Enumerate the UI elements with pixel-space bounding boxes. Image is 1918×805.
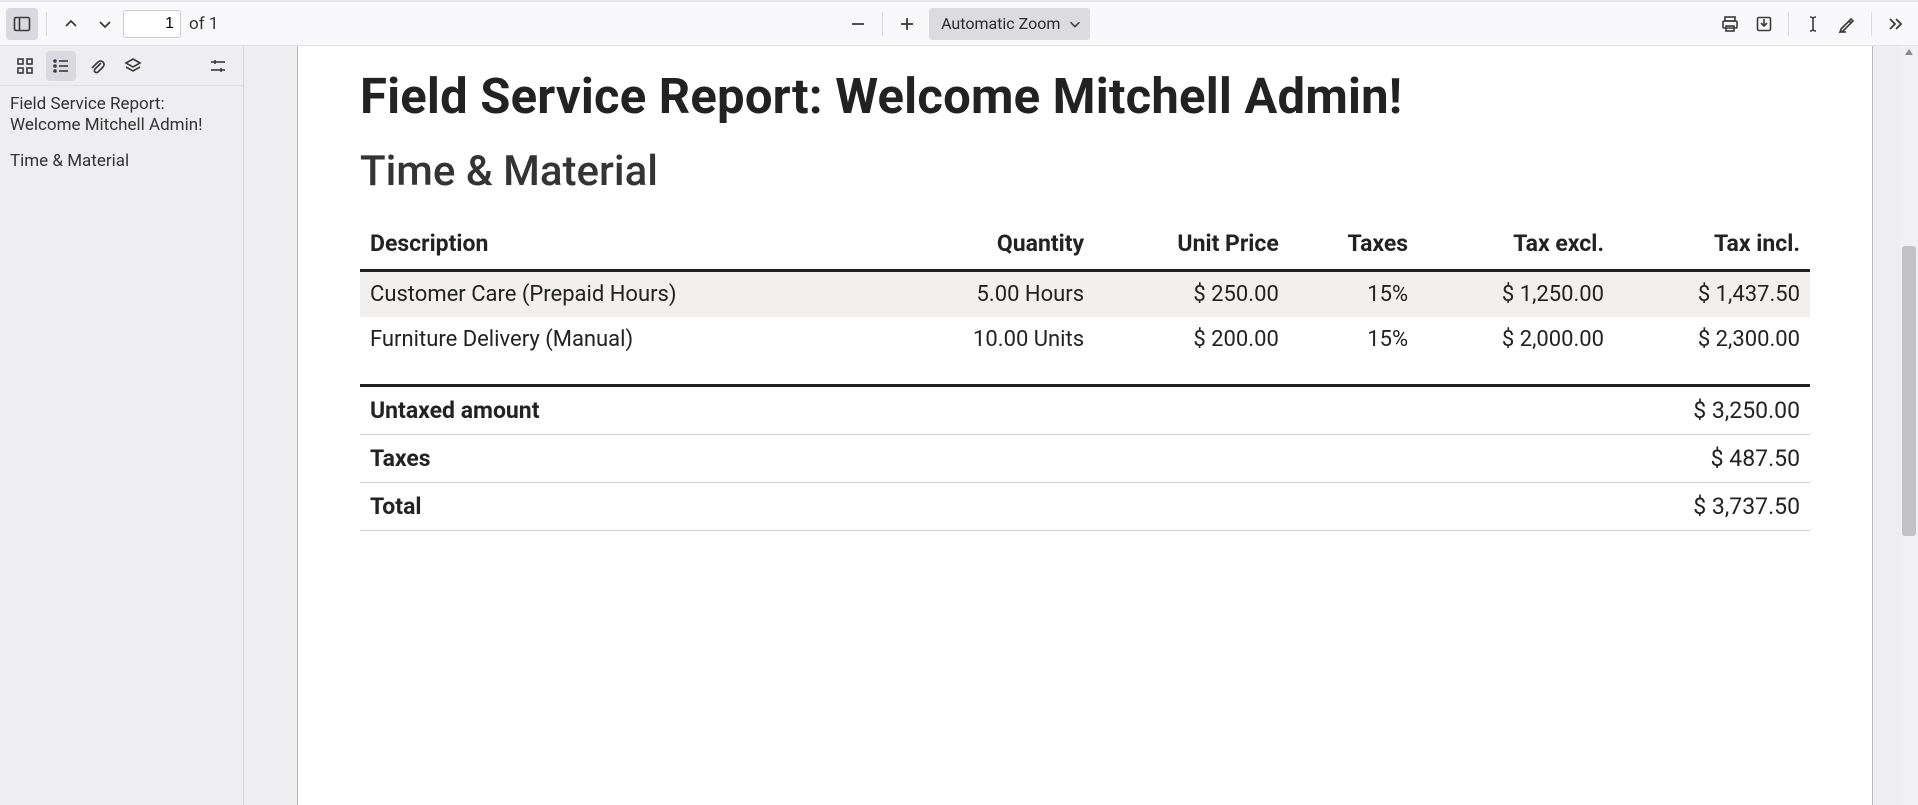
column-header: Unit Price [1094,222,1289,271]
totals-row: Total$ 3,737.50 [360,483,1810,531]
table-cell: 5.00 Hours [884,271,1094,318]
table-header-row: DescriptionQuantityUnit PriceTaxesTax ex… [360,222,1810,271]
chevron-down-icon [97,16,113,32]
column-header: Taxes [1289,222,1418,271]
outline-item[interactable]: Time & Material [0,143,243,178]
scroll-thumb[interactable] [1902,246,1916,536]
toggle-sidebar-button[interactable] [6,8,38,40]
minus-icon [850,16,866,32]
paperclip-icon [88,57,106,75]
more-tools-button[interactable] [1880,8,1912,40]
table-cell: $ 1,437.50 [1614,271,1810,318]
download-icon [1755,15,1773,33]
table-cell: $ 250.00 [1094,271,1289,318]
zoom-select-label: Automatic Zoom [941,14,1060,33]
table-cell: $ 2,300.00 [1614,317,1810,362]
column-header: Quantity [884,222,1094,271]
pdf-toolbar: of 1 Automatic Zoom [0,0,1918,46]
totals-table: Untaxed amount$ 3,250.00Taxes$ 487.50Tot… [360,384,1810,531]
table-cell: $ 1,250.00 [1418,271,1614,318]
table-cell: $ 2,000.00 [1418,317,1614,362]
table-cell: 10.00 Units [884,317,1094,362]
layers-view-button[interactable] [118,51,148,81]
section-heading: Time & Material [360,147,1810,196]
sidebar-header [0,46,243,86]
zoom-select[interactable]: Automatic Zoom [929,8,1090,40]
totals-row: Untaxed amount$ 3,250.00 [360,386,1810,435]
print-button[interactable] [1714,8,1746,40]
vertical-scrollbar[interactable] [1900,46,1918,805]
chevron-down-icon [1068,17,1082,31]
chevrons-right-icon [1887,15,1905,33]
table-cell: $ 200.00 [1094,317,1289,362]
next-page-button[interactable] [89,8,121,40]
table-row: Customer Care (Prepaid Hours)5.00 Hours$… [360,271,1810,318]
column-header: Tax excl. [1418,222,1614,271]
totals-row: Taxes$ 487.50 [360,435,1810,483]
text-select-tool-button[interactable] [1797,8,1829,40]
plus-icon [899,16,915,32]
attachments-view-button[interactable] [82,51,112,81]
page-number-input[interactable] [123,10,181,38]
totals-label: Taxes [360,435,1229,483]
totals-value: $ 3,250.00 [1229,386,1810,435]
table-cell: Furniture Delivery (Manual) [360,317,884,362]
outline-item[interactable]: Field Service Report: Welcome Mitchell A… [0,86,243,143]
column-header: Tax incl. [1614,222,1810,271]
outline-icon [52,57,70,75]
totals-value: $ 3,737.50 [1229,483,1810,531]
table-cell: 15% [1289,271,1418,318]
sidebar-settings-button[interactable] [203,51,233,81]
zoom-out-button[interactable] [842,8,874,40]
table-cell: 15% [1289,317,1418,362]
pdf-page: Field Service Report: Welcome Mitchell A… [298,46,1872,805]
line-items-table: DescriptionQuantityUnit PriceTaxesTax ex… [360,222,1810,362]
text-cursor-icon [1804,15,1822,33]
draw-tool-button[interactable] [1831,8,1863,40]
column-header: Description [360,222,884,271]
page-viewport: Field Service Report: Welcome Mitchell A… [244,46,1918,805]
chevron-up-icon [63,16,79,32]
document-title: Field Service Report: Welcome Mitchell A… [360,68,1810,125]
thumbnails-view-button[interactable] [10,51,40,81]
pencil-icon [1838,15,1856,33]
sliders-icon [209,57,227,75]
download-button[interactable] [1748,8,1780,40]
page-count-label: of 1 [189,14,218,34]
thumbnails-icon [16,57,34,75]
totals-label: Untaxed amount [360,386,1229,435]
outline-list: Field Service Report: Welcome Mitchell A… [0,86,243,178]
table-row: Furniture Delivery (Manual)10.00 Units$ … [360,317,1810,362]
prev-page-button[interactable] [55,8,87,40]
totals-value: $ 487.50 [1229,435,1810,483]
printer-icon [1721,15,1739,33]
outline-view-button[interactable] [46,51,76,81]
layers-icon [124,57,142,75]
sidebar: Field Service Report: Welcome Mitchell A… [0,46,244,805]
totals-label: Total [360,483,1229,531]
table-cell: Customer Care (Prepaid Hours) [360,271,884,318]
zoom-in-button[interactable] [891,8,923,40]
sidebar-icon [13,15,31,33]
